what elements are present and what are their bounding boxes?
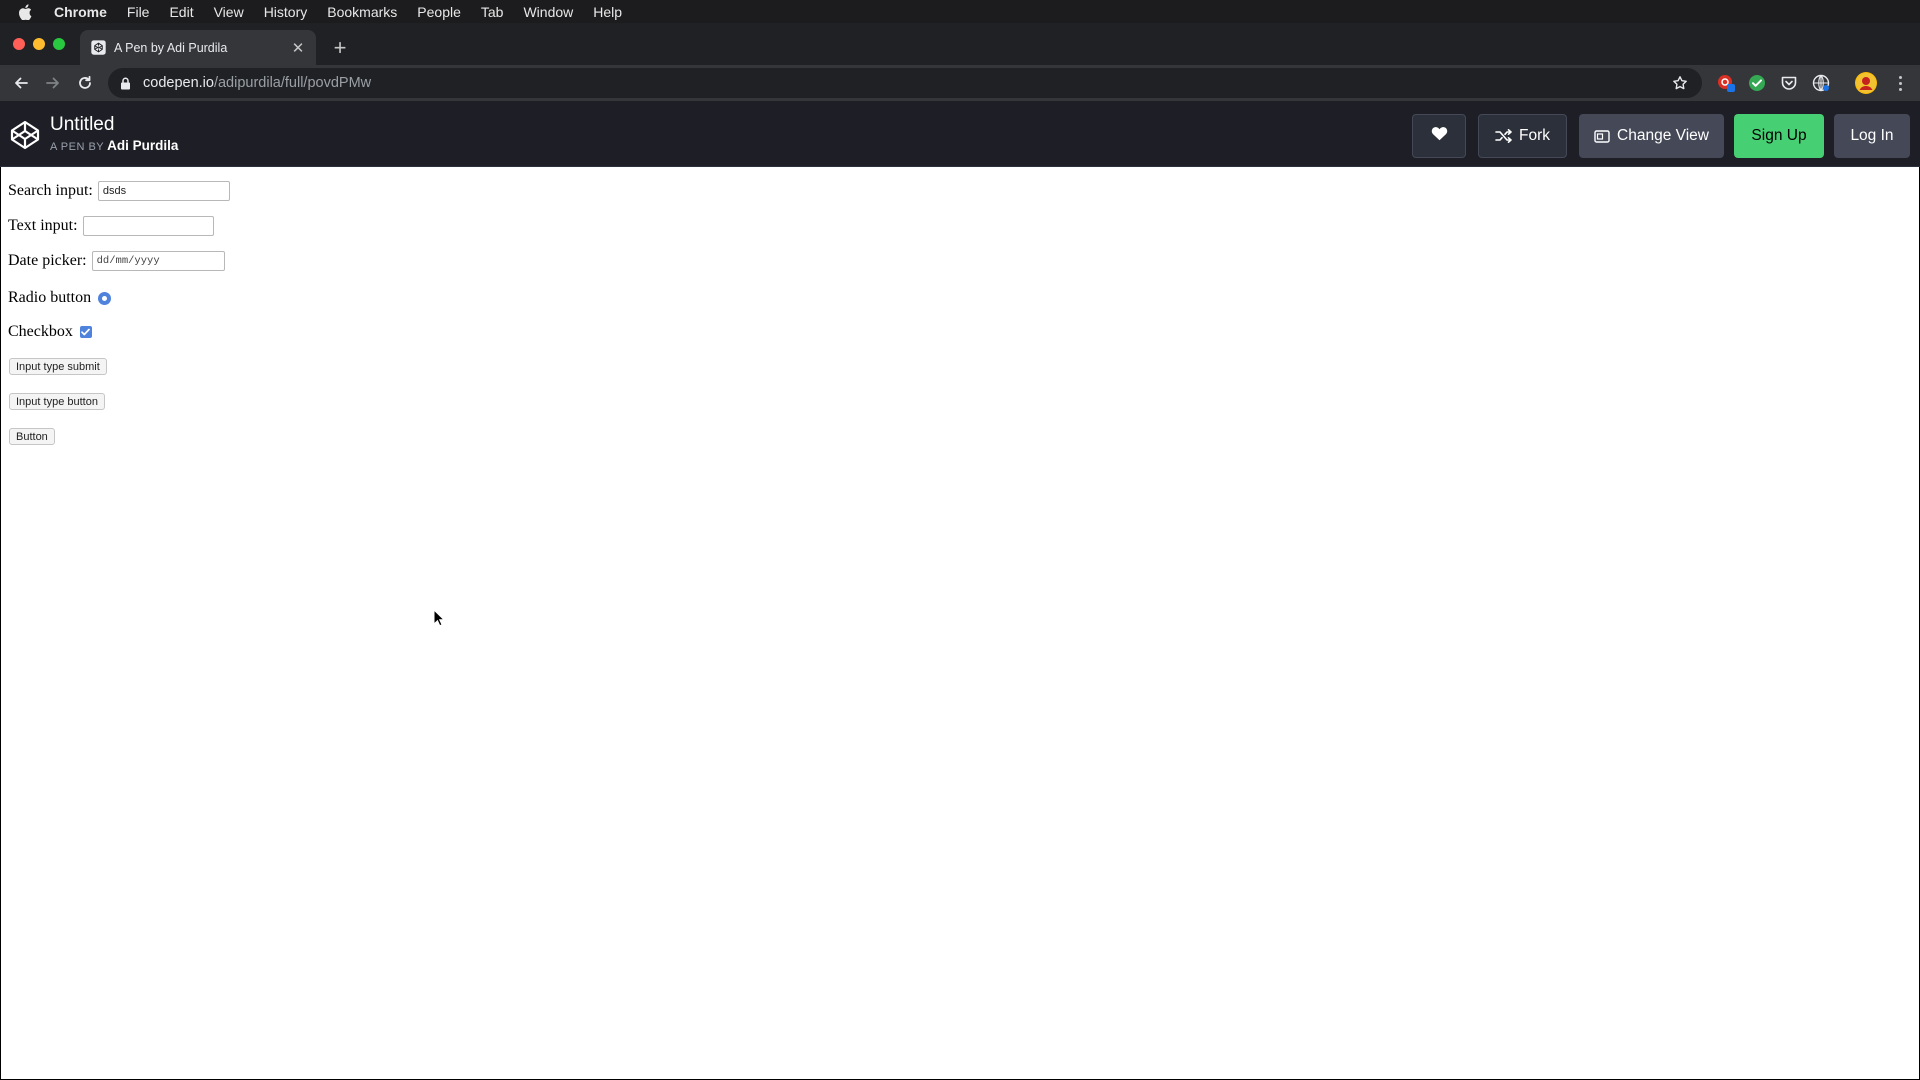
pen-byline: A PEN BY Adi Purdila	[50, 138, 178, 153]
checkbox[interactable]	[79, 326, 92, 338]
checkbox-label: Checkbox	[8, 323, 73, 340]
bookmark-star-icon[interactable]	[1672, 75, 1688, 95]
menu-view[interactable]: View	[214, 4, 244, 20]
close-window-button[interactable]	[13, 38, 25, 50]
text-label: Text input:	[8, 217, 78, 234]
text-input[interactable]	[82, 216, 214, 236]
minimize-window-button[interactable]	[33, 38, 45, 50]
zoom-window-button[interactable]	[53, 38, 65, 50]
button-input-button[interactable]: Input type button	[9, 393, 105, 410]
checkbox-row: Checkbox	[8, 323, 92, 341]
extension-check-icon[interactable]	[1747, 73, 1767, 93]
lock-icon[interactable]	[120, 77, 134, 90]
heart-button[interactable]	[1412, 114, 1466, 158]
search-row: Search input: dsds	[8, 181, 230, 201]
menu-help[interactable]: Help	[593, 4, 622, 20]
date-row: Date picker: dd/mm/yyyy	[8, 251, 225, 271]
profile-avatar[interactable]	[1855, 72, 1877, 94]
apple-icon[interactable]	[18, 3, 38, 20]
url-path: /adipurdila/full/povdPMw	[213, 75, 372, 91]
browser-tab[interactable]: A Pen by Adi Purdila ✕	[80, 30, 316, 65]
menu-app-name[interactable]: Chrome	[54, 4, 107, 20]
codepen-header: Untitled A PEN BY Adi Purdila Fork Change…	[0, 101, 1920, 167]
pen-preview: Search input: dsds Text input: Date pick…	[1, 167, 1919, 1079]
chrome-menu-icon[interactable]	[1890, 73, 1910, 93]
address-bar[interactable]: codepen.io/adipurdila/full/povdPMw	[108, 68, 1702, 98]
date-label: Date picker:	[8, 252, 87, 269]
radio-button[interactable]	[98, 291, 112, 305]
macos-menu-bar: Chrome File Edit View History Bookmarks …	[0, 0, 1920, 23]
menu-window[interactable]: Window	[523, 4, 573, 20]
tab-title: A Pen by Adi Purdila	[114, 40, 228, 55]
log-in-button[interactable]: Log In	[1834, 114, 1910, 158]
menu-edit[interactable]: Edit	[169, 4, 193, 20]
plain-button[interactable]: Button	[9, 428, 55, 445]
change-view-button[interactable]: Change View	[1579, 114, 1724, 158]
back-arrow-icon[interactable]	[9, 71, 33, 95]
change-view-label: Change View	[1617, 127, 1709, 144]
byline-label: A PEN BY	[50, 141, 105, 153]
pen-title[interactable]: Untitled	[50, 114, 114, 136]
url-host: codepen.io	[143, 75, 214, 91]
mouse-cursor-icon	[433, 608, 446, 632]
extension-red-icon[interactable]	[1716, 73, 1736, 93]
fork-label: Fork	[1519, 127, 1550, 144]
heart-icon	[1431, 126, 1448, 146]
radio-row: Radio button	[8, 289, 112, 307]
reload-icon[interactable]	[73, 71, 97, 95]
tab-close-icon[interactable]: ✕	[290, 40, 306, 57]
date-picker-input[interactable]: dd/mm/yyyy	[91, 251, 225, 271]
submit-input-button[interactable]: Input type submit	[9, 358, 107, 375]
menu-file[interactable]: File	[127, 4, 150, 20]
browser-toolbar: codepen.io/adipurdila/full/povdPMw	[0, 65, 1920, 101]
search-input[interactable]: dsds	[97, 181, 230, 201]
forward-arrow-icon[interactable]	[41, 71, 65, 95]
menu-bookmarks[interactable]: Bookmarks	[327, 4, 397, 20]
text-row: Text input:	[8, 216, 214, 236]
new-tab-icon[interactable]: +	[328, 37, 352, 61]
layout-icon	[1594, 129, 1610, 143]
search-label: Search input:	[8, 182, 93, 199]
tab-strip: A Pen by Adi Purdila ✕ +	[0, 23, 1920, 65]
menu-people[interactable]: People	[417, 4, 461, 20]
pocket-icon[interactable]	[1779, 73, 1799, 93]
sign-up-button[interactable]: Sign Up	[1734, 114, 1824, 158]
codepen-logo-icon[interactable]	[9, 119, 41, 151]
codepen-favicon-icon	[90, 40, 106, 56]
pen-author-link[interactable]: Adi Purdila	[107, 138, 178, 153]
menu-history[interactable]: History	[264, 4, 308, 20]
extension-globe-icon[interactable]	[1811, 73, 1831, 93]
fork-button[interactable]: Fork	[1478, 114, 1567, 158]
radio-label: Radio button	[8, 289, 92, 306]
menu-tab[interactable]: Tab	[481, 4, 504, 20]
fork-icon	[1495, 129, 1512, 143]
checkmark-icon	[81, 328, 91, 336]
